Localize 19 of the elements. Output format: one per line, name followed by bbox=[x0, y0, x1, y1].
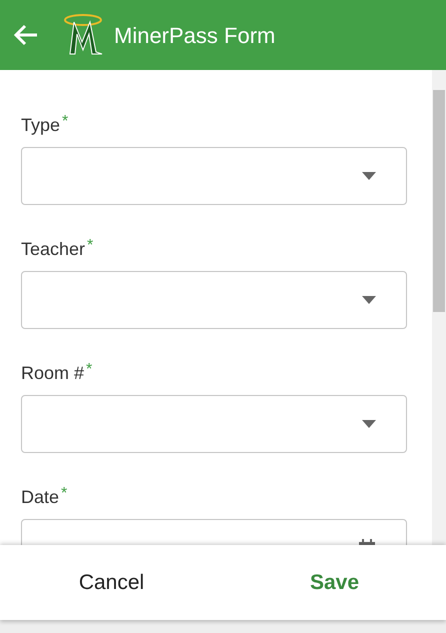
dropdown-caret-icon bbox=[362, 420, 376, 428]
dropdown-field[interactable] bbox=[21, 147, 407, 205]
dropdown-field[interactable] bbox=[21, 395, 407, 453]
cancel-button[interactable]: Cancel bbox=[0, 545, 223, 620]
dropdown-caret-icon bbox=[362, 172, 376, 180]
header-title: MinerPass Form bbox=[114, 22, 276, 50]
save-button[interactable]: Save bbox=[223, 545, 446, 620]
scrollbar[interactable] bbox=[432, 70, 446, 545]
required-mark: * bbox=[86, 361, 92, 379]
dropdown-field[interactable] bbox=[21, 271, 407, 329]
required-mark: * bbox=[87, 237, 94, 255]
field-label: Type bbox=[21, 114, 60, 137]
field-label: Teacher bbox=[21, 238, 86, 261]
field-label: Date bbox=[21, 486, 60, 509]
dropdown-caret-icon bbox=[362, 296, 376, 304]
back-arrow-icon bbox=[14, 24, 38, 46]
field-label: Room # bbox=[21, 362, 84, 385]
required-mark: * bbox=[61, 485, 68, 503]
required-mark: * bbox=[62, 113, 68, 131]
